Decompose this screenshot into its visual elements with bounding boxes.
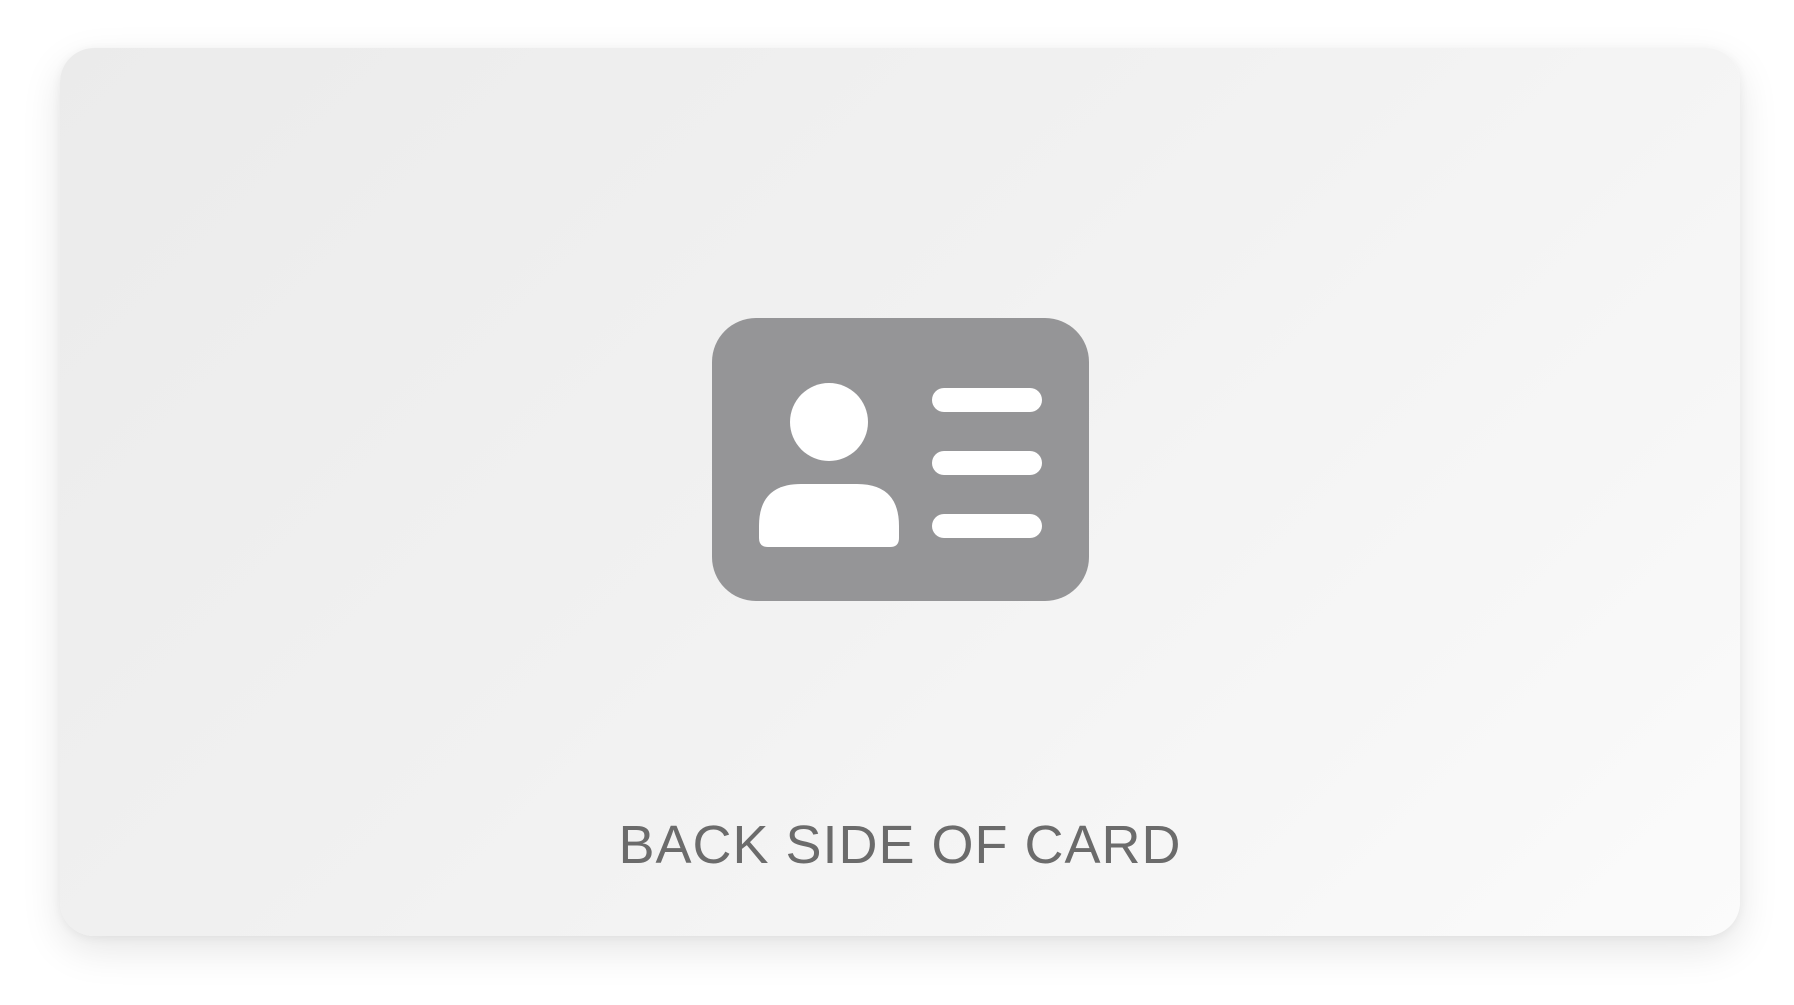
- card-side-label: BACK SIDE OF CARD: [618, 815, 1182, 875]
- stage: BACK SIDE OF CARD: [0, 0, 1794, 1005]
- card-back-side[interactable]: BACK SIDE OF CARD: [60, 48, 1740, 936]
- id-card-icon: [712, 318, 1089, 601]
